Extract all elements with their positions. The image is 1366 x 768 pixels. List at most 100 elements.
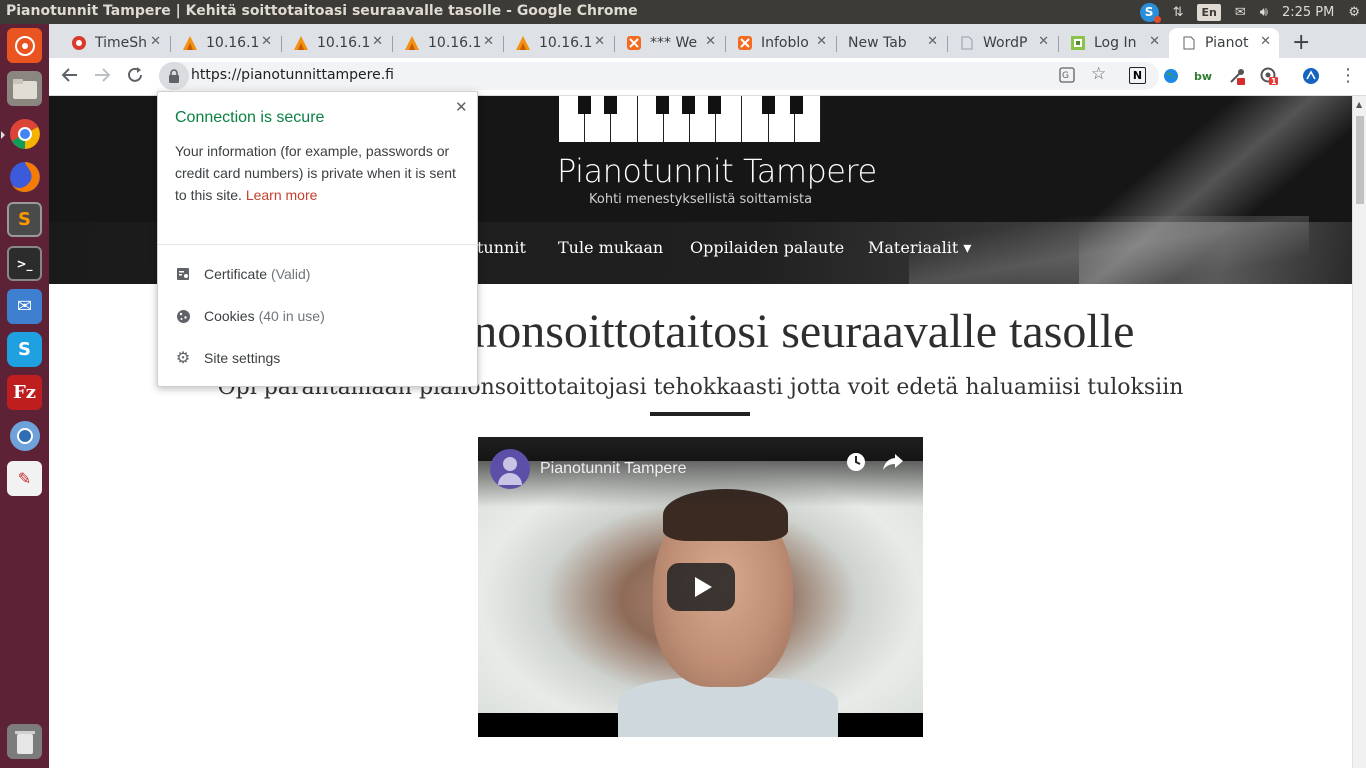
security-description: Your information (for example, passwords…	[175, 140, 465, 206]
dash-icon[interactable]	[7, 28, 42, 63]
power-gear-icon[interactable]: ⚙	[1348, 0, 1360, 24]
tab-server-3[interactable]: 10.16.1 ✕	[392, 28, 502, 58]
nav-item-materiaalit[interactable]: Materiaalit ▾	[868, 238, 971, 257]
close-tab-icon[interactable]: ✕	[927, 34, 938, 49]
youtube-video-embed[interactable]: Pianotunnit Tampere	[478, 437, 923, 737]
play-button-icon[interactable]	[667, 563, 735, 611]
site-info-popup: Connection is secure ✕ Your information …	[157, 91, 478, 387]
extension-badge-icon[interactable]: 1	[1259, 66, 1279, 86]
extension-bw-icon[interactable]: bw	[1193, 66, 1213, 86]
infoblox-icon	[737, 35, 753, 51]
keyboard-layout-indicator[interactable]: En	[1197, 0, 1221, 24]
close-tab-icon[interactable]: ✕	[372, 34, 383, 49]
extension-blue-circle-icon[interactable]	[1301, 66, 1321, 86]
tab-server-2[interactable]: 10.16.1 ✕	[281, 28, 391, 58]
cookies-row[interactable]: Cookies (40 in use)	[175, 308, 325, 324]
site-brand[interactable]: Pianotunnit Tampere	[557, 152, 877, 190]
page-scrollbar[interactable]: ▲	[1352, 96, 1366, 768]
server-icon	[404, 35, 420, 51]
new-tab-button[interactable]: +	[1292, 30, 1310, 55]
chrome-menu-icon[interactable]: ⋮	[1339, 65, 1357, 86]
close-popup-icon[interactable]: ✕	[455, 98, 468, 116]
channel-avatar-icon[interactable]	[490, 449, 530, 489]
page-icon	[959, 35, 975, 51]
popup-divider	[158, 244, 477, 245]
close-tab-icon[interactable]: ✕	[483, 34, 494, 49]
tab-infoblox-1[interactable]: *** We ✕	[614, 28, 724, 58]
close-tab-icon[interactable]: ✕	[816, 34, 827, 49]
close-tab-icon[interactable]: ✕	[1149, 34, 1160, 49]
site-settings-row[interactable]: ⚙ Site settings	[175, 350, 281, 367]
scroll-up-arrow-icon[interactable]: ▲	[1356, 100, 1362, 109]
extension-globe-icon[interactable]	[1161, 66, 1181, 86]
timesheet-icon	[71, 35, 87, 51]
close-tab-icon[interactable]: ✕	[705, 34, 716, 49]
tab-timesheet[interactable]: TimeSh ✕	[59, 28, 169, 58]
tab-wordpress[interactable]: WordP ✕	[947, 28, 1057, 58]
site-tagline: Kohti menestyksellistä soittamista	[589, 192, 813, 207]
tab-label: 10.16.1	[317, 35, 371, 51]
mail-icon[interactable]: ✉	[1235, 0, 1246, 24]
omnibox[interactable]: https://pianotunnittampere.fi	[159, 62, 1159, 90]
scrollbar-thumb[interactable]	[1356, 116, 1364, 204]
share-icon[interactable]	[882, 451, 904, 473]
tab-label: WordP	[983, 35, 1028, 51]
tab-pianotunnit[interactable]: Pianot ✕	[1169, 28, 1279, 58]
lock-icon[interactable]	[159, 62, 189, 90]
window-title: Pianotunnit Tampere | Kehitä soittotaito…	[6, 3, 638, 19]
nav-item-pianotunnit[interactable]: tunnit	[477, 238, 526, 257]
filezilla-icon[interactable]: Fz	[7, 375, 42, 410]
translate-icon[interactable]: G	[1059, 67, 1075, 87]
close-tab-icon[interactable]: ✕	[1260, 34, 1271, 49]
nav-item-tule-mukaan[interactable]: Tule mukaan	[558, 238, 663, 257]
certificate-row[interactable]: Certificate (Valid)	[175, 266, 310, 282]
system-tray: S ⇅ En ✉ 🔊︎ 2:25 PM ⚙	[1139, 0, 1360, 24]
firefox-icon[interactable]	[7, 159, 42, 194]
back-arrow-icon[interactable]	[61, 66, 79, 89]
close-tab-icon[interactable]: ✕	[150, 34, 161, 49]
tab-label: 10.16.1	[206, 35, 260, 51]
tab-server-1[interactable]: 10.16.1 ✕	[170, 28, 280, 58]
chrome-icon[interactable]	[1, 116, 42, 151]
tab-new-tab[interactable]: New Tab ✕	[836, 28, 946, 58]
document-viewer-icon[interactable]: ✎	[7, 461, 42, 496]
video-title[interactable]: Pianotunnit Tampere	[540, 460, 686, 478]
bookmark-star-icon[interactable]: ☆	[1091, 64, 1106, 84]
close-tab-icon[interactable]: ✕	[261, 34, 272, 49]
language-label: En	[1197, 3, 1221, 21]
watch-later-clock-icon[interactable]	[845, 451, 867, 473]
extension-n-icon[interactable]: N	[1129, 67, 1146, 84]
close-tab-icon[interactable]: ✕	[1038, 34, 1049, 49]
skype-icon[interactable]: S	[7, 332, 42, 367]
server-icon	[182, 35, 198, 51]
cookies-count: (40 in use)	[258, 308, 325, 324]
site-settings-label: Site settings	[204, 350, 281, 366]
clock[interactable]: 2:25 PM	[1282, 0, 1334, 24]
thunderbird-icon[interactable]: ✉	[7, 289, 42, 324]
extension-picker-icon[interactable]	[1227, 66, 1247, 86]
close-tab-icon[interactable]: ✕	[594, 34, 605, 49]
terminal-icon[interactable]: >_	[7, 246, 42, 281]
url-text[interactable]: https://pianotunnittampere.fi	[191, 67, 394, 83]
tab-label: New Tab	[848, 35, 907, 51]
unity-launcher: S >_ ✉ S Fz ✎	[0, 24, 49, 768]
files-icon[interactable]	[7, 71, 42, 106]
forward-arrow-icon[interactable]	[93, 66, 111, 89]
tab-label: Log In	[1094, 35, 1137, 51]
learn-more-link[interactable]: Learn more	[246, 187, 318, 203]
sublime-text-icon[interactable]: S	[7, 202, 42, 237]
system-top-bar: Pianotunnit Tampere | Kehitä soittotaito…	[0, 0, 1366, 24]
tab-infoblox-2[interactable]: Infoblo ✕	[725, 28, 835, 58]
tab-login[interactable]: Log In ✕	[1058, 28, 1168, 58]
connection-secure-title: Connection is secure	[175, 109, 325, 126]
extension-badge-count: 1	[1271, 77, 1277, 86]
nav-item-oppilaiden-palaute[interactable]: Oppilaiden palaute	[690, 238, 844, 257]
trash-icon[interactable]	[7, 724, 42, 759]
volume-icon[interactable]: 🔊︎	[1260, 0, 1268, 24]
chromium-icon[interactable]	[7, 418, 42, 453]
network-icon[interactable]: ⇅	[1173, 0, 1184, 24]
tab-server-4[interactable]: 10.16.1 ✕	[503, 28, 613, 58]
server-icon	[293, 35, 309, 51]
skype-tray-icon[interactable]: S	[1139, 0, 1161, 24]
reload-icon[interactable]	[126, 66, 144, 89]
